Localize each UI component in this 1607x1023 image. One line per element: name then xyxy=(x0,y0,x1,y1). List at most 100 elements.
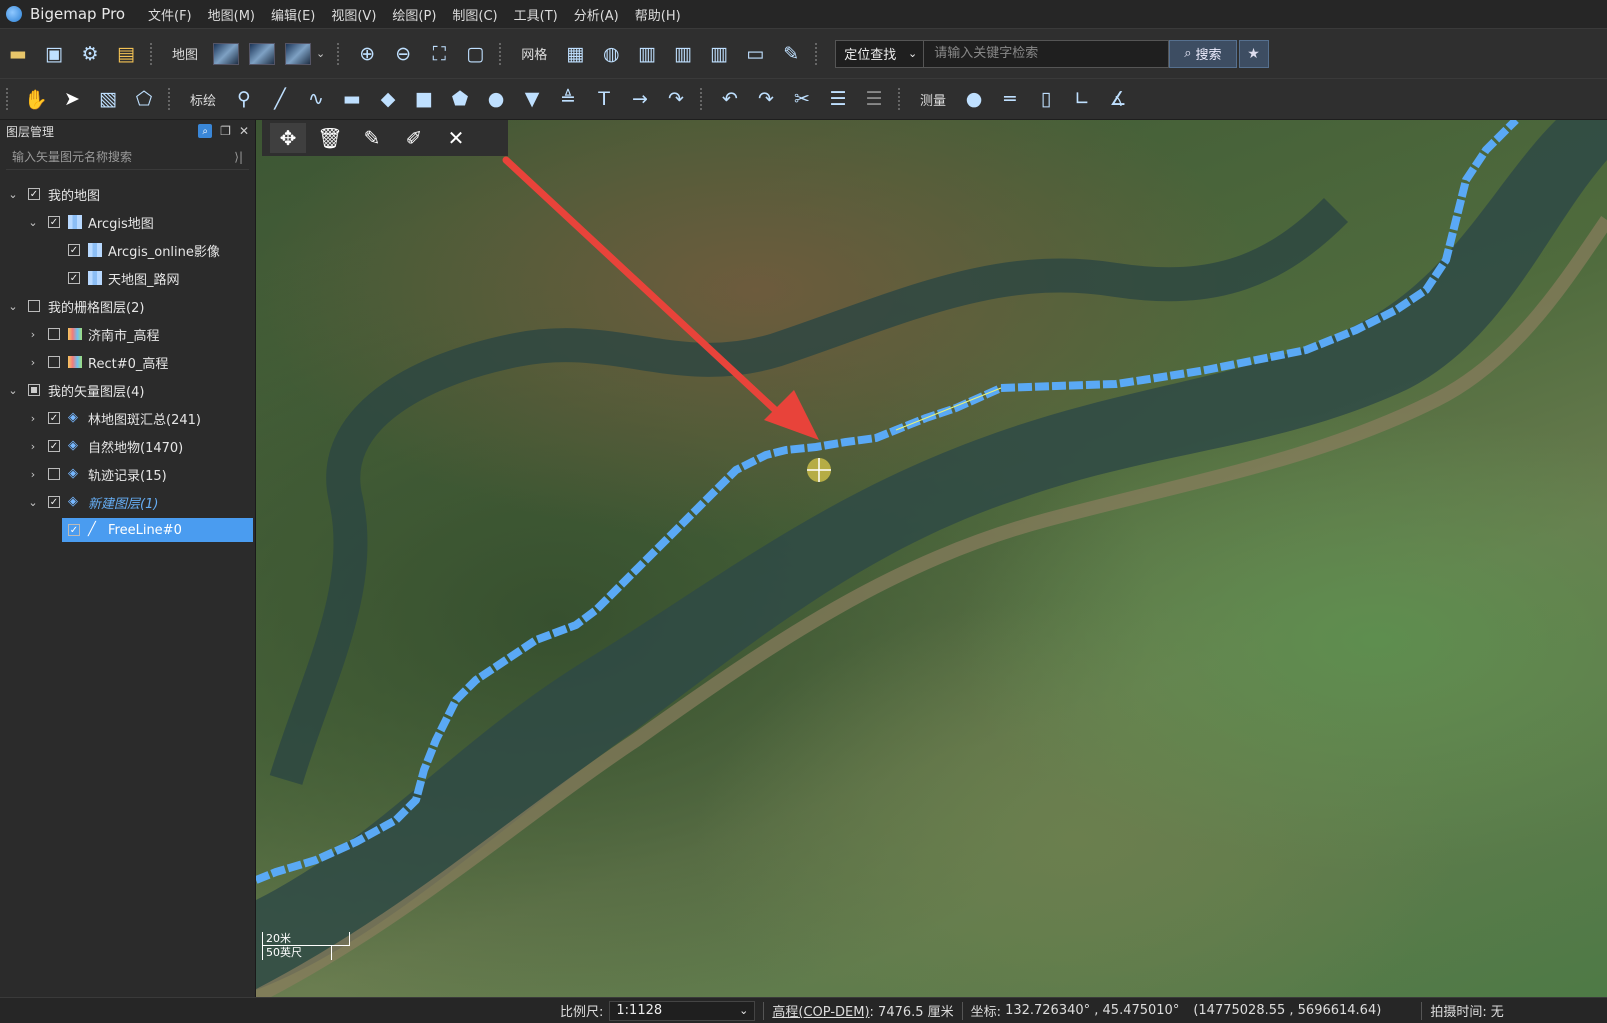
layer-tree-row[interactable]: › ✓ ◈ 林地图斑汇总(241) xyxy=(0,404,255,432)
layer-visibility-checkbox[interactable]: ✓ xyxy=(48,216,60,228)
folder-icon[interactable]: ▭ xyxy=(742,41,768,67)
freeline-icon[interactable]: ∿ xyxy=(303,86,329,112)
layer-tree-row[interactable]: ⌄ ✓ 我的地图 xyxy=(0,180,255,208)
basemap-thumb-3[interactable] xyxy=(285,42,312,65)
layer-visibility-checkbox[interactable] xyxy=(48,356,60,368)
favorite-star-button[interactable]: ★ xyxy=(1238,39,1269,68)
layer-visibility-checkbox[interactable]: ✓ xyxy=(68,244,80,256)
menu-analysis[interactable]: 分析(A) xyxy=(566,5,627,24)
edit-line-icon[interactable]: ✎ xyxy=(354,123,390,153)
layer-tree-row[interactable]: ⌄ 我的矢量图层(4) xyxy=(0,376,255,404)
expand-chevron-down-icon[interactable]: ⌄ xyxy=(6,188,20,201)
basemap-thumb-1[interactable] xyxy=(213,42,240,65)
panel-search-icon[interactable]: ⌕ xyxy=(198,124,213,138)
expand-chevron-right-icon[interactable]: › xyxy=(26,356,40,369)
layer-tree-row[interactable]: ⌄ 我的栅格图层(2) xyxy=(0,292,255,320)
menu-tools[interactable]: 工具(T) xyxy=(506,5,566,24)
search-button[interactable]: ⌕ 搜索 xyxy=(1169,39,1237,68)
pan-hand-icon[interactable]: ✋ xyxy=(23,86,49,112)
globe-icon[interactable]: ◍ xyxy=(598,41,624,67)
move-arrows-icon[interactable]: ✥ xyxy=(270,123,306,153)
chevron-down-icon[interactable]: ⌄ xyxy=(316,47,325,60)
layer-visibility-checkbox[interactable] xyxy=(28,300,40,312)
layer-visibility-checkbox[interactable]: ✓ xyxy=(68,272,80,284)
menu-file[interactable]: 文件(F) xyxy=(140,5,200,24)
expand-chevron-right-icon[interactable]: › xyxy=(26,328,40,341)
layer-visibility-checkbox[interactable] xyxy=(48,328,60,340)
kml-icon[interactable]: ▥ xyxy=(634,41,660,67)
layer-visibility-checkbox[interactable]: ✓ xyxy=(68,524,80,536)
layer-visibility-checkbox[interactable]: ✓ xyxy=(48,412,60,424)
marker-pin-icon[interactable]: ⚲ xyxy=(231,86,257,112)
elevation-source-link[interactable]: 高程(COP-DEM) xyxy=(772,1001,869,1020)
expand-chevron-right-icon[interactable]: › xyxy=(26,468,40,481)
panel-close-icon[interactable]: ✕ xyxy=(239,124,249,138)
tile-icon[interactable]: ▥ xyxy=(670,41,696,67)
rectangle-icon[interactable]: ▬ xyxy=(339,86,365,112)
keyword-search-input[interactable] xyxy=(924,40,1169,67)
list-alt-icon[interactable]: ☰ xyxy=(861,86,887,112)
pentagon-icon[interactable]: ⬟ xyxy=(447,86,473,112)
sector-icon[interactable]: ▼ xyxy=(519,86,545,112)
fit-extent-icon[interactable]: ⛶ xyxy=(426,41,452,67)
person-icon[interactable]: ● xyxy=(961,86,987,112)
locate-mode-select[interactable]: 定位查找 ⌄ xyxy=(836,40,925,67)
layer-tree-row[interactable]: ✓ 天地图_路网 xyxy=(0,264,255,292)
zoom-in-icon[interactable]: ⊕ xyxy=(354,41,380,67)
circle-icon[interactable]: ● xyxy=(483,86,509,112)
image-icon[interactable]: ▤ xyxy=(113,41,139,67)
azimuth-icon[interactable]: ∡ xyxy=(1105,86,1131,112)
layer-visibility-checkbox[interactable]: ✓ xyxy=(28,188,40,200)
list-icon[interactable]: ☰ xyxy=(825,86,851,112)
layer-tree-row[interactable]: ⌄ ✓ ◈ 新建图层(1) xyxy=(0,488,255,516)
layer-tree-row[interactable]: › ◈ 轨迹记录(15) xyxy=(0,460,255,488)
area-icon[interactable]: ▯ xyxy=(1033,86,1059,112)
cut-scissors-icon[interactable]: ✂ xyxy=(789,86,815,112)
menu-help[interactable]: 帮助(H) xyxy=(627,5,689,24)
open-folder-icon[interactable]: ▬ xyxy=(5,41,31,67)
expand-chevron-right-icon[interactable]: › xyxy=(26,440,40,453)
angle-icon[interactable]: ∟ xyxy=(1069,86,1095,112)
distance-icon[interactable]: ═ xyxy=(997,86,1023,112)
collapse-panel-icon[interactable]: ⟩| xyxy=(234,150,243,164)
text-box-icon[interactable]: T xyxy=(591,86,617,112)
layer-tree-row[interactable]: › ✓ ◈ 自然地物(1470) xyxy=(0,432,255,460)
zoom-out-icon[interactable]: ⊖ xyxy=(390,41,416,67)
full-extent-icon[interactable]: ▢ xyxy=(462,41,488,67)
save-icon[interactable]: ▣ xyxy=(41,41,67,67)
square-icon[interactable]: ■ xyxy=(411,86,437,112)
layer-tree-row[interactable]: ✓ Arcgis_online影像 xyxy=(0,236,255,264)
settings-gear-icon[interactable]: ⚙ xyxy=(77,41,103,67)
panel-float-icon[interactable]: ❐ xyxy=(220,124,231,138)
menu-edit[interactable]: 编辑(E) xyxy=(263,5,323,24)
layer-search-field[interactable]: 输入矢量图元名称搜索 ⟩| xyxy=(6,144,249,170)
expand-chevron-right-icon[interactable]: › xyxy=(26,412,40,425)
delete-trash-icon[interactable]: 🗑 xyxy=(312,123,348,153)
export-icon[interactable]: ▥ xyxy=(706,41,732,67)
layer-visibility-checkbox[interactable] xyxy=(48,468,60,480)
expand-chevron-down-icon[interactable]: ⌄ xyxy=(26,216,40,229)
close-icon[interactable]: ✕ xyxy=(438,123,474,153)
layer-tree-row[interactable]: ✓ ╱ FreeLine#0 xyxy=(0,516,255,544)
expand-chevron-down-icon[interactable]: ⌄ xyxy=(6,384,20,397)
grid-icon[interactable]: ▦ xyxy=(562,41,588,67)
menu-map[interactable]: 地图(M) xyxy=(200,5,263,24)
expand-chevron-down-icon[interactable]: ⌄ xyxy=(26,496,40,509)
menu-cartography[interactable]: 制图(C) xyxy=(444,5,505,24)
layer-visibility-checkbox[interactable] xyxy=(28,384,40,396)
curve-arrow-icon[interactable]: ↷ xyxy=(663,86,689,112)
basemap-thumb-2[interactable] xyxy=(249,42,276,65)
polyline-icon[interactable]: ╱ xyxy=(267,86,293,112)
arrow-icon[interactable]: → xyxy=(627,86,653,112)
scale-select[interactable]: 1:1128 ⌄ xyxy=(609,1000,756,1021)
eraser-icon[interactable]: ◆ xyxy=(375,86,401,112)
edit-vertex-icon[interactable]: ✐ xyxy=(396,123,432,153)
redo-icon[interactable]: ↷ xyxy=(753,86,779,112)
map-canvas[interactable]: ✥ 🗑 ✎ ✐ ✕ 20米 50英尺 xyxy=(256,120,1607,997)
layer-tree-row[interactable]: › 济南市_高程 xyxy=(0,320,255,348)
layer-tree-row[interactable]: ⌄ ✓ Arcgis地图 xyxy=(0,208,255,236)
layer-visibility-checkbox[interactable]: ✓ xyxy=(48,496,60,508)
expand-chevron-down-icon[interactable]: ⌄ xyxy=(6,300,20,313)
layer-tree-row[interactable]: › Rect#0_高程 xyxy=(0,348,255,376)
text-underline-icon[interactable]: ≜ xyxy=(555,86,581,112)
